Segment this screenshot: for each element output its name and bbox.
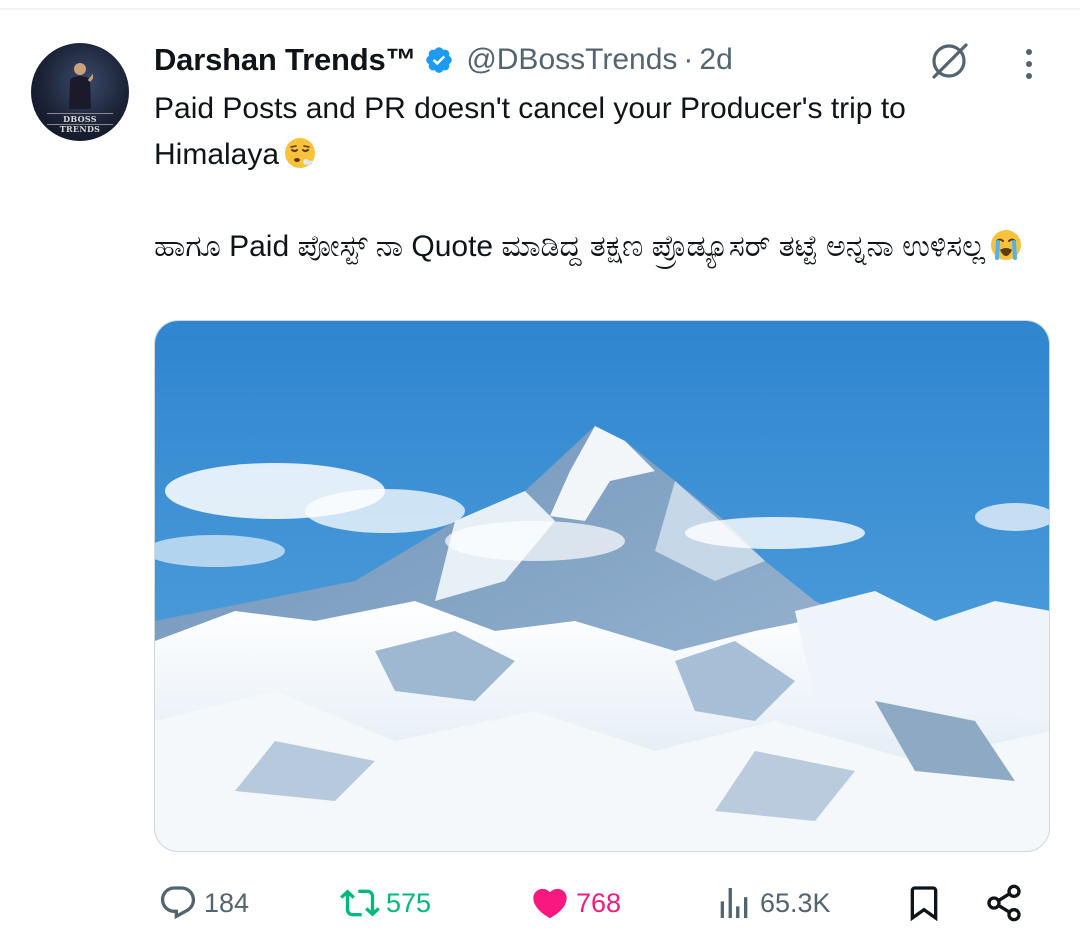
retweet-button[interactable]: 575 bbox=[340, 872, 431, 934]
avatar-brand-text: DBOSS TRENDS bbox=[47, 113, 113, 134]
separator-dot: · bbox=[683, 43, 694, 76]
tweet-media-image[interactable] bbox=[154, 320, 1050, 852]
tweet-text-line1: Paid Posts and PR doesn't cancel your Pr… bbox=[154, 92, 906, 171]
bookmark-button[interactable] bbox=[904, 872, 944, 934]
avatar-figure bbox=[69, 63, 93, 109]
share-button[interactable] bbox=[984, 872, 1024, 934]
bookmark-icon bbox=[910, 886, 938, 922]
tweet-card[interactable]: DBOSS TRENDS Darshan Trends™ @DBossTrend… bbox=[0, 0, 1080, 951]
avatar[interactable]: DBOSS TRENDS bbox=[31, 43, 129, 141]
handle[interactable]: @DBossTrends bbox=[466, 43, 677, 77]
like-button[interactable]: 768 bbox=[530, 872, 621, 934]
more-options-icon[interactable] bbox=[1016, 44, 1042, 84]
tweet-text-english: Paid Posts and PR doesn't cancel your Pr… bbox=[154, 86, 1034, 178]
views-button[interactable]: 65.3K bbox=[714, 872, 831, 934]
display-name[interactable]: Darshan Trends™ bbox=[154, 42, 417, 78]
retweet-icon bbox=[340, 889, 380, 917]
reply-button[interactable]: 184 bbox=[158, 872, 249, 934]
tweet-header: Darshan Trends™ @DBossTrends · 2d bbox=[154, 38, 733, 82]
tweet-text-kannada: ಹಾಗೂ Paid ಪೋಸ್ಟ್ ನಾ Quote ಮಾಡಿದ್ದ ತಕ್ಷಣ … bbox=[154, 224, 1034, 270]
timestamp[interactable]: 2d bbox=[699, 43, 732, 77]
face-exhaling-emoji-icon bbox=[285, 138, 316, 168]
mountain-photo bbox=[155, 321, 1049, 851]
grok-icon[interactable] bbox=[928, 40, 970, 82]
reply-count: 184 bbox=[204, 887, 250, 918]
reply-icon bbox=[160, 886, 196, 920]
tweet-text-line2: ಹಾಗೂ Paid ಪೋಸ್ಟ್ ನಾ Quote ಮಾಡಿದ್ದ ತಕ್ಷಣ … bbox=[154, 230, 986, 263]
action-bar: 184 575 768 65.3K bbox=[154, 872, 1050, 934]
share-icon bbox=[987, 884, 1021, 922]
retweet-count: 575 bbox=[386, 887, 432, 918]
loudly-crying-face-emoji-icon bbox=[991, 230, 1022, 260]
like-count: 768 bbox=[576, 887, 622, 918]
views-count: 65.3K bbox=[760, 887, 831, 918]
tweet-text: Paid Posts and PR doesn't cancel your Pr… bbox=[154, 86, 1034, 270]
verified-badge-icon[interactable] bbox=[424, 45, 454, 75]
like-icon bbox=[533, 888, 567, 919]
views-icon bbox=[720, 888, 748, 918]
